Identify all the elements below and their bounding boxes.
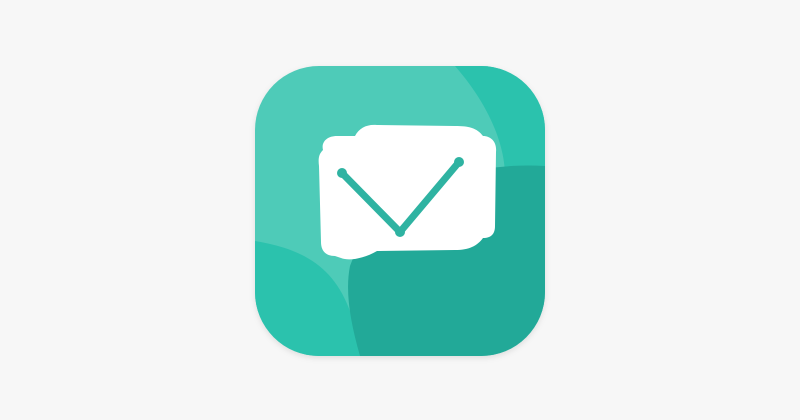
message-card [318,124,497,260]
app-icon[interactable] [255,66,545,356]
checkmark-envelope-icon [255,66,545,356]
